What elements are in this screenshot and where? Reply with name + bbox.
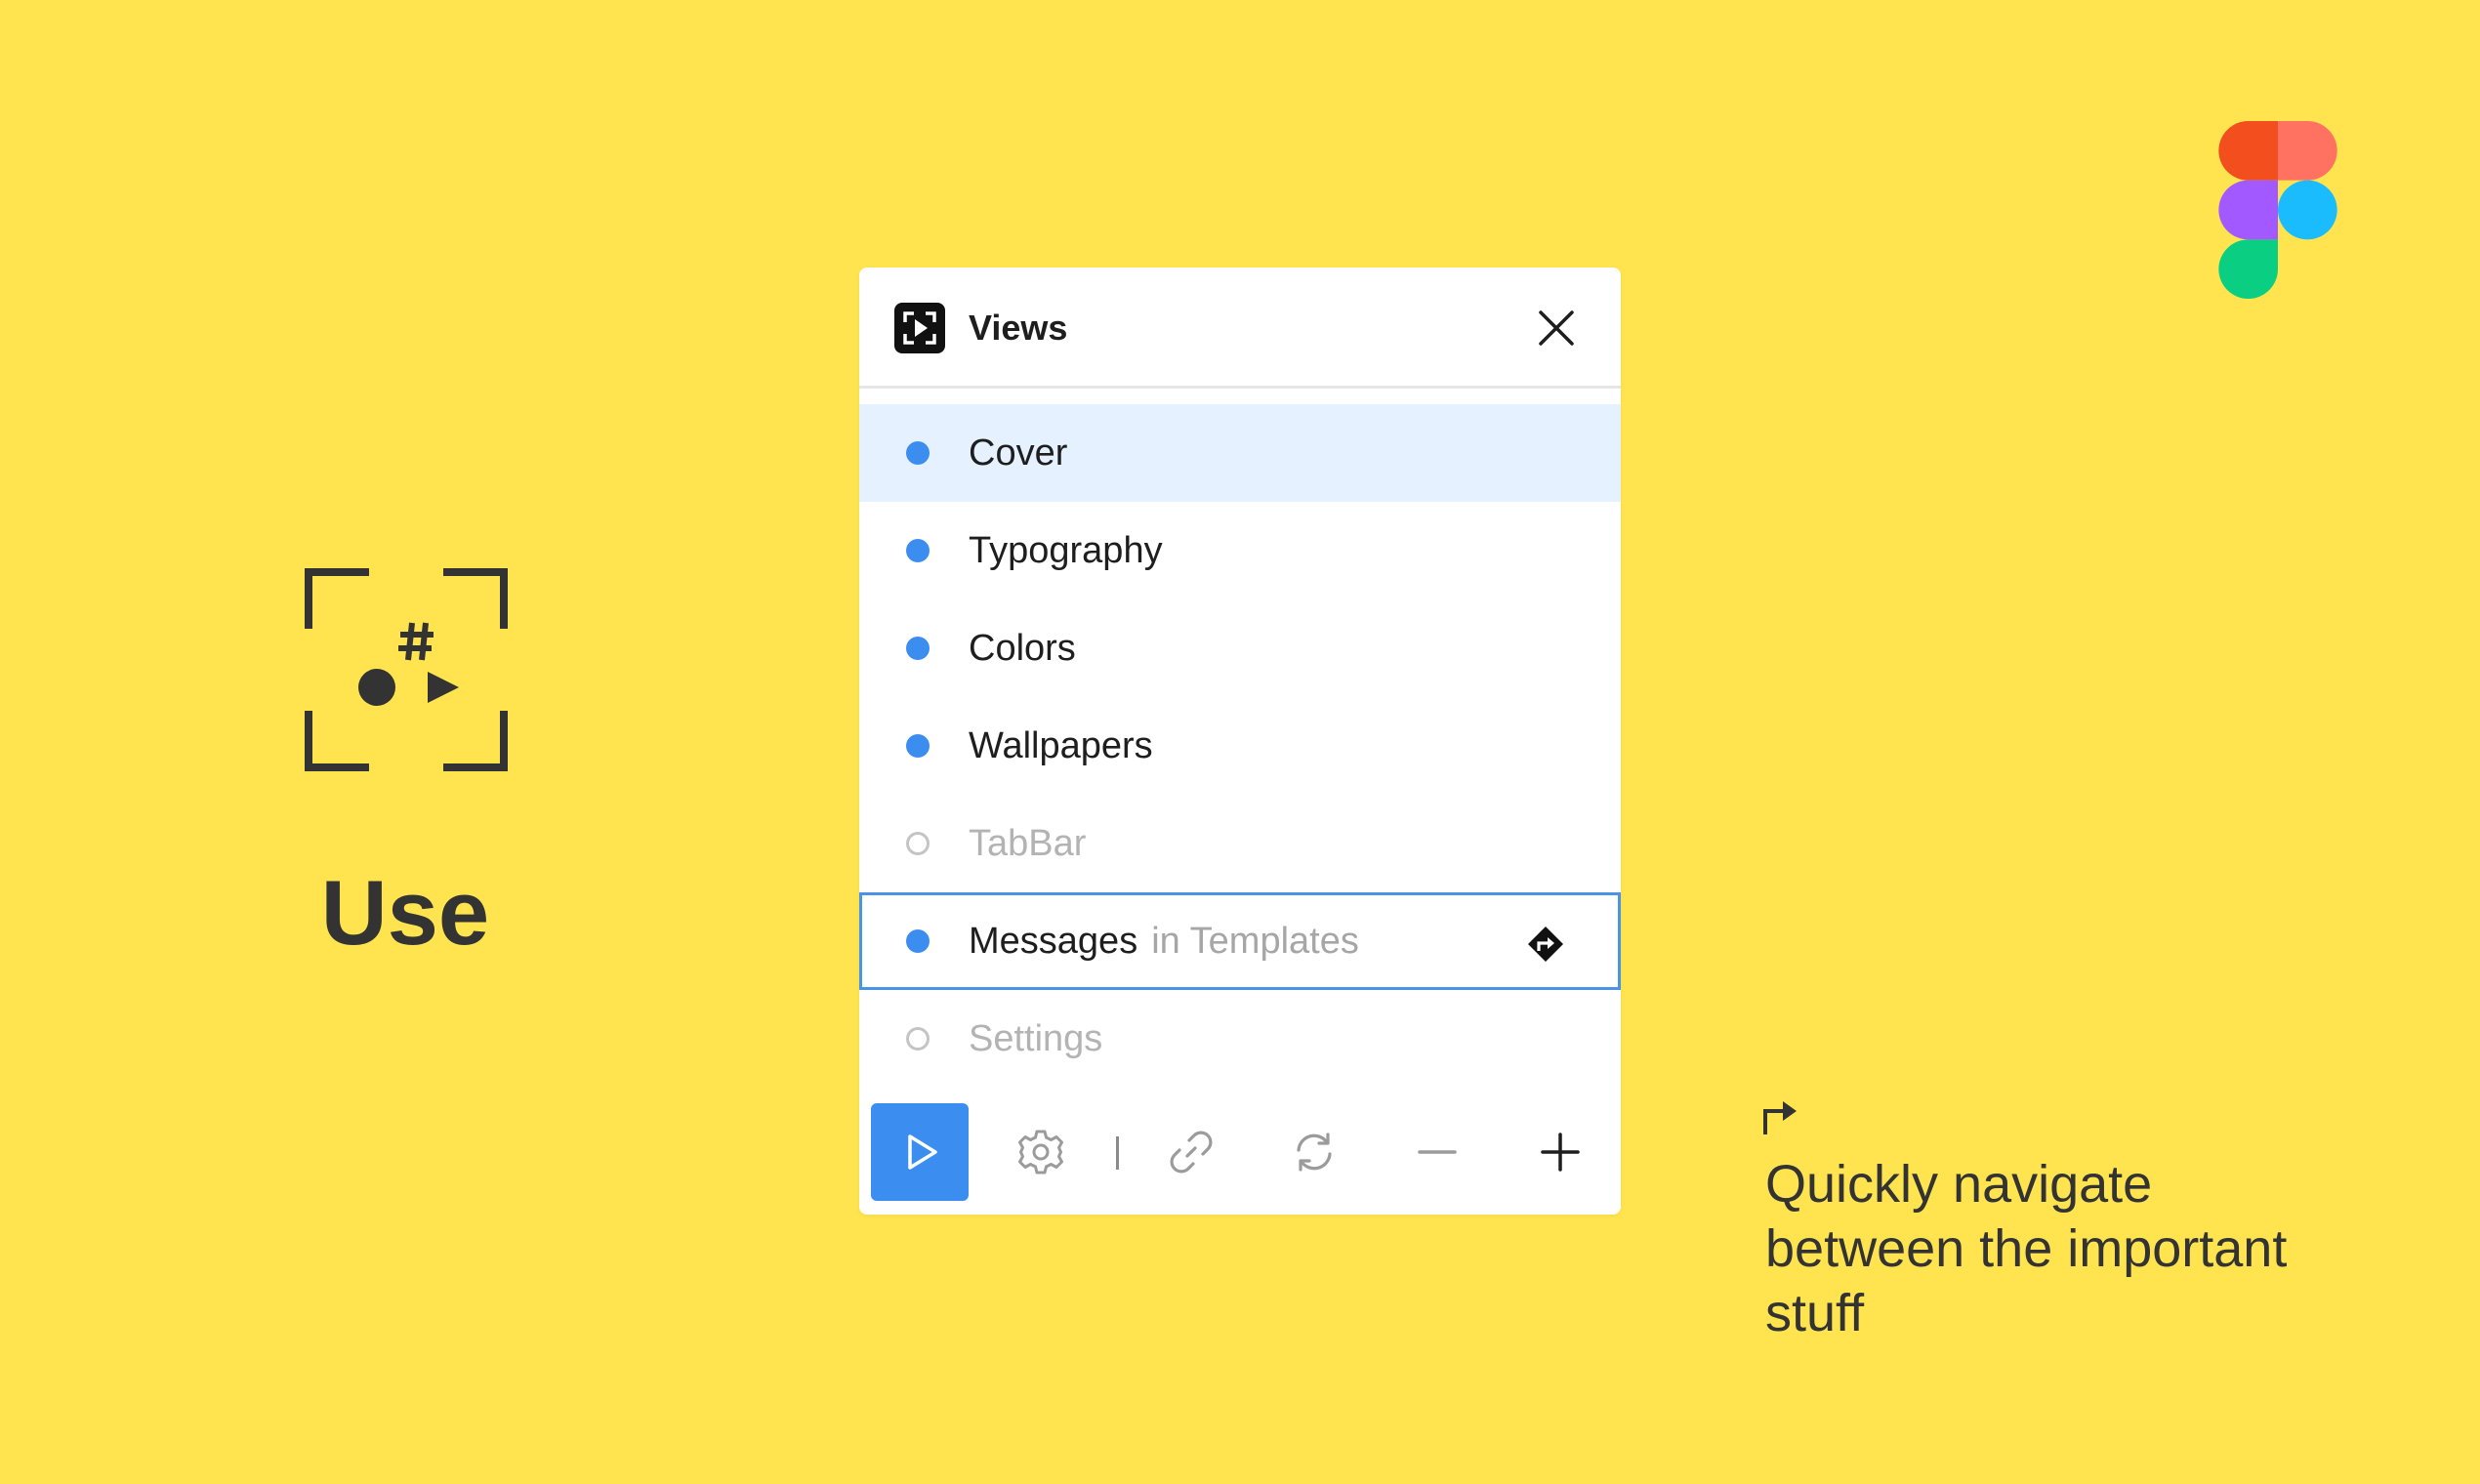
refresh-icon [1297,1133,1332,1172]
view-name: Colors [969,628,1076,669]
view-name: TabBar [969,823,1087,864]
view-item-label: Typography [969,529,1163,572]
app-icon [894,303,945,353]
status-dot-icon [906,929,930,953]
play-icon [908,1134,937,1170]
callout-line: Quickly navigate [1765,1155,2153,1214]
add-button[interactable] [1511,1103,1609,1201]
view-item-label: Colors [969,627,1076,670]
view-item-wallpapers[interactable]: Wallpapers [859,697,1621,795]
link-button[interactable] [1142,1103,1240,1201]
view-item-messages[interactable]: Messages in Templates [859,892,1621,990]
panel-header: Views [859,268,1621,389]
view-item-label: Settings [969,1017,1102,1060]
views-logo-icon [305,568,508,771]
view-item-colors[interactable]: Colors [859,599,1621,697]
toolbar-divider [1116,1136,1119,1170]
view-item-label: Cover [969,432,1067,474]
view-item-label: Wallpapers [969,724,1153,767]
play-button[interactable] [871,1103,969,1201]
plus-icon [1541,1133,1580,1172]
view-item-label: TabBar [969,822,1086,865]
panel-title: Views [969,308,1068,348]
view-item-label: Messages in Templates [969,920,1359,963]
view-item-settings[interactable]: Settings [859,990,1621,1088]
settings-button[interactable] [992,1103,1090,1201]
status-dot-icon [906,441,930,465]
corner-arrow-icon [1763,1101,1797,1134]
callout-line: between the important [1765,1219,2288,1278]
view-name: Typography [969,530,1163,571]
view-name: Cover [969,433,1068,474]
zoom-out-button[interactable] [1388,1103,1486,1201]
status-dot-icon [906,734,930,758]
status-dot-empty-icon [906,832,930,855]
refresh-button[interactable] [1265,1103,1363,1201]
view-item-typography[interactable]: Typography [859,502,1621,599]
minus-icon [1418,1150,1457,1154]
callout-text: Quickly navigate between the important s… [1765,1152,2390,1345]
view-name: Wallpapers [969,725,1153,766]
close-icon[interactable] [1531,303,1582,353]
status-dot-icon [906,637,930,660]
view-item-cover[interactable]: Cover [859,404,1621,502]
views-list: Cover Typography Colors Wallpapers TabBar Mes… [859,404,1621,1088]
view-item-tabbar[interactable]: TabBar [859,795,1621,892]
link-icon [1170,1131,1213,1174]
view-context: in Templates [1151,921,1359,962]
navigate-icon[interactable] [1526,925,1565,964]
brand-title: Use [320,861,490,964]
status-dot-icon [906,539,930,562]
figma-logo-icon [2218,121,2337,299]
status-dot-empty-icon [906,1027,930,1051]
callout-line: stuff [1765,1284,1865,1342]
view-name: Messages [969,921,1138,962]
views-panel: Views Cover Typography Colors Wallpapers Tab… [859,268,1621,1215]
panel-toolbar [859,1103,1621,1215]
view-name: Settings [969,1018,1103,1059]
gear-icon [1018,1130,1063,1175]
